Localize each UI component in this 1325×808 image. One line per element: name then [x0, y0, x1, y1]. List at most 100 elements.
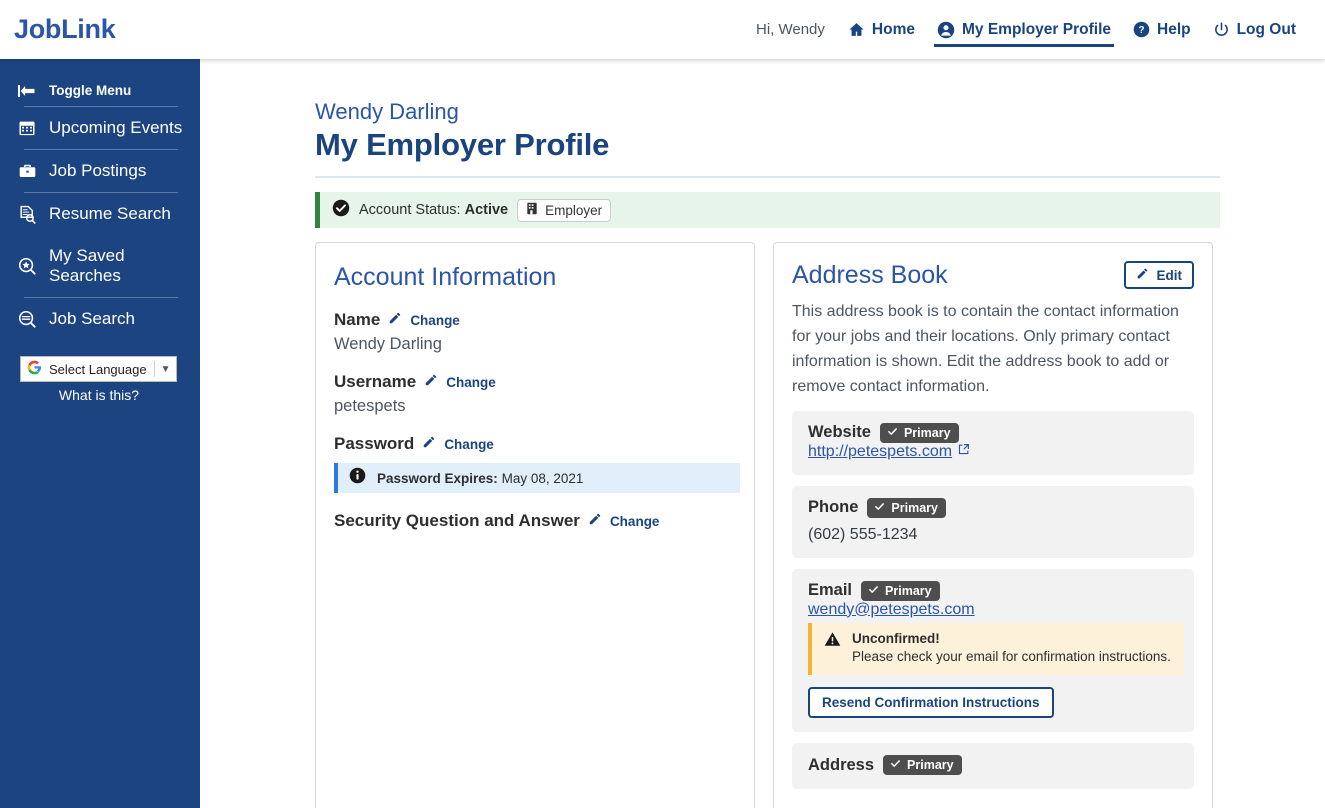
nav-label: Home	[871, 20, 915, 38]
nav-item-my-employer-profile[interactable]: My Employer Profile	[926, 0, 1122, 59]
contact-label: Phone	[808, 498, 859, 517]
page-title: My Employer Profile	[315, 127, 610, 163]
password-expires-value: May 08, 2021	[501, 470, 584, 486]
website-link[interactable]: http://petespets.com	[808, 443, 970, 461]
profile-panels: Account Information Name Change Wendy Da…	[315, 242, 1220, 808]
sidebar-item-resume-search[interactable]: Resume Search	[8, 193, 200, 235]
pencil-icon[interactable]	[422, 435, 436, 454]
calendar-icon	[16, 119, 38, 137]
sidebar-item-label: My Saved Searches	[49, 246, 125, 285]
edit-address-book-button[interactable]: Edit	[1123, 261, 1194, 290]
resend-confirmation-button[interactable]: Resend Confirmation Instructions	[808, 687, 1054, 719]
address-book-panel: Address Book Edit This address book is t…	[773, 242, 1213, 808]
nav-label: Log Out	[1236, 20, 1296, 38]
email-unconfirmed-warning: Unconfirmed! Please check your email for…	[808, 622, 1184, 676]
check-icon	[887, 426, 898, 440]
account-status-bar: Account Status: Active Employer	[315, 192, 1220, 229]
field-value: petespets	[334, 397, 406, 416]
external-link-icon	[957, 443, 970, 461]
contact-card-phone: Phone Primary (602) 555-1234	[792, 485, 1194, 558]
document-search-icon	[16, 205, 38, 224]
nav-item-home[interactable]: Home	[837, 0, 926, 59]
account-status-value: Active	[464, 202, 509, 219]
warning-title: Unconfirmed!	[852, 630, 940, 646]
field-value: Wendy Darling	[334, 335, 442, 354]
primary-badge-label: Primary	[903, 425, 951, 440]
password-expires-alert: Password Expires: May 08, 2021	[334, 463, 740, 494]
sidebar-toggle-menu[interactable]: Toggle Menu	[0, 75, 200, 106]
change-password-link[interactable]: Change	[444, 437, 494, 452]
pencil-icon[interactable]	[588, 512, 602, 531]
account-type-label: Employer	[545, 202, 603, 218]
primary-badge-label: Primary	[907, 758, 954, 773]
sidebar-item-job-postings[interactable]: Job Postings	[8, 150, 200, 192]
sidebar-item-job-search[interactable]: Job Search	[8, 298, 200, 340]
nav-label: Help	[1157, 20, 1191, 38]
field-password: Password Change Password Expires: May 08…	[334, 434, 740, 494]
account-status-text: Account Status: Active	[359, 202, 508, 218]
field-username: Username Change petespets	[334, 372, 734, 416]
page-eyebrow: Wendy Darling	[315, 99, 459, 124]
nav-item-help[interactable]: ? Help	[1122, 0, 1202, 59]
sidebar-item-label: Job Search	[49, 309, 135, 328]
building-icon	[526, 202, 538, 218]
account-type-badge: Employer	[517, 198, 612, 222]
google-translate-widget: Select Language ▼ What is this?	[0, 356, 200, 403]
primary-badge-label: Primary	[891, 500, 938, 515]
star-search-icon	[16, 257, 38, 276]
check-icon	[890, 758, 901, 772]
user-circle-icon	[937, 21, 955, 39]
check-icon	[868, 584, 879, 598]
password-expires-text: Password Expires: May 08, 2021	[377, 471, 583, 486]
search-icon	[16, 310, 38, 329]
change-name-link[interactable]: Change	[410, 313, 460, 328]
contact-card-email: Email Primary wendy@petespets.com Unconf…	[792, 568, 1194, 733]
pencil-icon[interactable]	[388, 311, 402, 330]
change-username-link[interactable]: Change	[446, 375, 496, 390]
warning-body: Please check your email for confirmation…	[852, 648, 1171, 664]
nav-label: My Employer Profile	[961, 20, 1111, 38]
primary-badge: Primary	[867, 497, 946, 518]
password-expires-label: Password Expires:	[377, 470, 498, 486]
phone-value: (602) 555-1234	[808, 525, 918, 543]
field-label: Password	[334, 434, 415, 454]
contact-label: Email	[808, 581, 853, 600]
question-circle-icon: ?	[1133, 21, 1150, 38]
email-link[interactable]: wendy@petespets.com	[808, 601, 975, 619]
select-language-label: Select Language	[49, 361, 147, 377]
edit-button-label: Edit	[1156, 267, 1183, 283]
pencil-icon	[1136, 267, 1149, 283]
nav-item-log-out[interactable]: Log Out	[1202, 0, 1307, 59]
title-divider	[315, 176, 1220, 179]
select-language-dropdown[interactable]: Select Language ▼	[20, 356, 177, 382]
sidebar-item-upcoming-events[interactable]: Upcoming Events	[8, 107, 200, 149]
power-icon	[1213, 21, 1230, 38]
warning-triangle-icon	[824, 631, 841, 667]
contact-label: Website	[808, 423, 871, 442]
field-security-question: Security Question and Answer Change	[334, 511, 734, 531]
info-circle-icon	[349, 467, 366, 489]
app-logo[interactable]: JobLink	[14, 14, 116, 45]
what-is-this-link[interactable]: What is this?	[20, 387, 178, 403]
account-status-label: Account Status:	[359, 202, 461, 219]
google-logo-icon	[27, 360, 42, 378]
chevron-down-icon: ▼	[160, 363, 171, 375]
main-content: Wendy Darling My Employer Profile Accoun…	[200, 59, 1325, 808]
top-navigation: Hi, Wendy Home My Employer Profile ? Hel…	[744, 0, 1325, 59]
briefcase-icon	[16, 162, 38, 180]
pencil-icon[interactable]	[424, 373, 438, 392]
greeting-text: Hi, Wendy	[755, 21, 825, 38]
field-label: Security Question and Answer	[334, 511, 580, 531]
sidebar-item-my-saved-searches[interactable]: My Saved Searches	[8, 235, 200, 297]
check-icon	[874, 501, 885, 515]
address-book-description: This address book is to contain the cont…	[792, 303, 1179, 395]
website-url: http://petespets.com	[808, 442, 953, 460]
address-book-title: Address Book	[792, 261, 948, 290]
field-label: Name	[334, 310, 381, 330]
sidebar-toggle-label: Toggle Menu	[49, 83, 132, 98]
primary-badge: Primary	[883, 755, 962, 776]
dropdown-divider	[153, 361, 155, 377]
change-security-question-link[interactable]: Change	[610, 514, 660, 529]
sidebar-item-label: Resume Search	[49, 204, 171, 223]
contact-label: Address	[808, 755, 875, 774]
